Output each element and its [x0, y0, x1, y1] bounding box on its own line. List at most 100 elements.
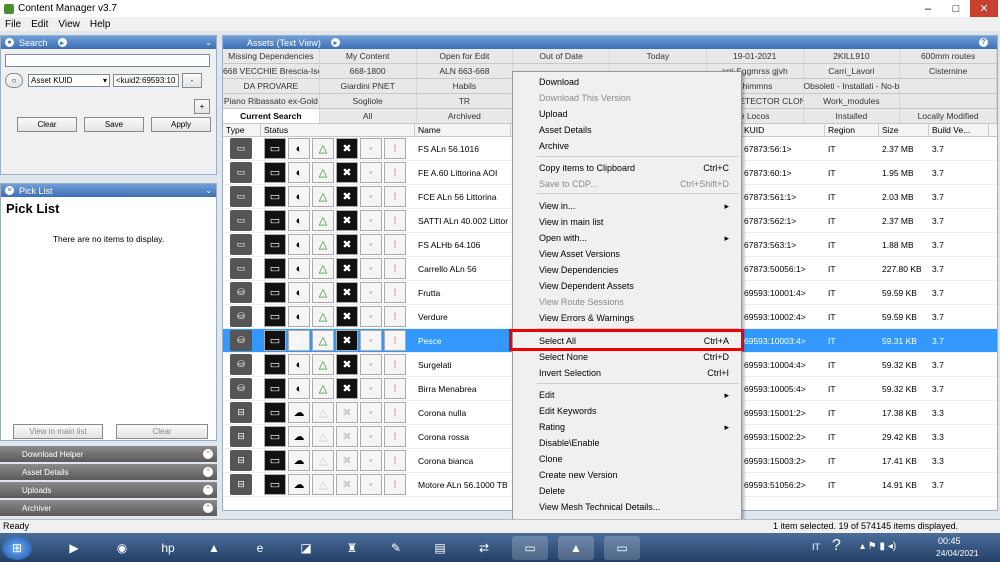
filter-tab[interactable]: Locally Modified	[900, 109, 997, 123]
trainz-icon[interactable]: ▲	[196, 536, 232, 560]
menu-item-invert-selection[interactable]: Invert Selection Ctrl+I	[539, 366, 735, 380]
menu-item-view-asset-versions[interactable]: View Asset Versions	[539, 247, 735, 261]
menu-view[interactable]: View	[53, 19, 85, 30]
filter-tab[interactable]: My Content	[320, 49, 417, 63]
add-criteria-button[interactable]: +	[194, 99, 210, 114]
filter-tab[interactable]: 668-1800	[320, 64, 417, 78]
search-radio[interactable]: ○	[5, 73, 23, 88]
kuid-value-input[interactable]: <kuid2:69593:10	[113, 74, 179, 87]
menu-item-view-route-sessions[interactable]: View Route Sessions	[539, 295, 735, 309]
help-icon[interactable]: ?	[832, 537, 841, 555]
filter-tab[interactable]: Today	[610, 49, 707, 63]
filter-tab[interactable]: 600mm routes	[900, 49, 997, 63]
search-input[interactable]	[5, 54, 210, 67]
tray-icons[interactable]: ▴ ⚑ ▮ ◂)	[860, 541, 896, 552]
menu-item-download-this-version[interactable]: Download This Version	[539, 91, 735, 105]
menu-file[interactable]: File	[0, 19, 26, 30]
filter-tab[interactable]: Out of Date	[513, 49, 610, 63]
minimize-button[interactable]: –	[914, 0, 942, 17]
column-header-cell[interactable]: Name	[415, 124, 511, 136]
menu-item-rating[interactable]: Rating ▸	[539, 420, 735, 434]
ie-icon[interactable]: e	[242, 536, 278, 560]
filter-tab[interactable]: Piano Ribassato ex-Gold	[223, 94, 320, 108]
maximize-button[interactable]: □	[942, 0, 970, 17]
filter-tab[interactable]: DA PROVARE	[223, 79, 320, 93]
filter-tab[interactable]: Giardini PNET	[320, 79, 417, 93]
uploads-bar[interactable]: Uploads ⌃	[0, 482, 217, 498]
media-player-icon[interactable]: ▶	[56, 536, 92, 560]
menu-item-view-in[interactable]: View in... ▸	[539, 199, 735, 213]
play-icon[interactable]: ▸	[330, 38, 340, 47]
filter-tab[interactable]: Carri_Lavori	[804, 64, 901, 78]
filter-tab[interactable]: Archived	[417, 109, 514, 123]
start-button[interactable]: ⊞	[2, 536, 32, 560]
search-header[interactable]: ● Search ▸ ⌄	[1, 36, 216, 49]
chrome-icon[interactable]: ◉	[104, 536, 140, 560]
menu-item-disable-enable[interactable]: Disable\Enable	[539, 436, 735, 450]
hp-icon[interactable]: hp	[150, 536, 186, 560]
kuid-type-select[interactable]: Asset KUID ▾	[28, 74, 110, 87]
filter-tab[interactable]: Current Search	[223, 109, 320, 123]
download-helper-bar[interactable]: Download Helper ⌃	[0, 446, 217, 462]
column-header-cell[interactable]: Status	[261, 124, 415, 136]
menu-item-save-to-cdp[interactable]: Save to CDP... Ctrl+Shift+D	[539, 177, 735, 191]
app-icon-green[interactable]: ♜	[334, 536, 370, 560]
asset-details-bar[interactable]: Asset Details ⌃	[0, 464, 217, 480]
menu-item-view-dependencies[interactable]: View Dependencies	[539, 263, 735, 277]
menu-item-create-new-version[interactable]: Create new Version	[539, 468, 735, 482]
menu-item-view-in-main-list[interactable]: View in main list	[539, 215, 735, 229]
filter-tab[interactable]: Sogliole	[320, 94, 417, 108]
filter-tab[interactable]: Habils	[417, 79, 514, 93]
content-manager-task-icon[interactable]: ▭	[604, 536, 640, 560]
menu-item-download[interactable]: Download	[539, 75, 735, 89]
feather-icon[interactable]: ✎	[378, 536, 414, 560]
folder-icon[interactable]: ▤	[422, 536, 458, 560]
save-button[interactable]: Save	[84, 117, 144, 132]
menu-item-view-mesh-technical-details[interactable]: View Mesh Technical Details...	[539, 500, 735, 514]
column-header-cell[interactable]: Size	[879, 124, 929, 136]
menu-item-view-errors-warnings[interactable]: View Errors & Warnings	[539, 311, 735, 325]
menu-item-archive[interactable]: Archive	[539, 139, 735, 153]
menu-item-edit-keywords[interactable]: Edit Keywords	[539, 404, 735, 418]
menu-edit[interactable]: Edit	[26, 19, 53, 30]
menu-item-upload[interactable]: Upload	[539, 107, 735, 121]
filter-tab[interactable]: Obsoleti - Installati - No-built-in	[804, 79, 901, 93]
filter-tab[interactable]: Missing Dependencies	[223, 49, 320, 63]
trainz-task-icon[interactable]: ▲	[558, 536, 594, 560]
close-button[interactable]: ✕	[970, 0, 998, 17]
filter-tab[interactable]	[900, 94, 997, 108]
filter-tab[interactable]: TR	[417, 94, 514, 108]
menu-item-copy-items-to-clipboard[interactable]: Copy items to Clipboard Ctrl+C	[539, 161, 735, 175]
tool-icon[interactable]: ◪	[288, 536, 324, 560]
collapse-icon[interactable]: ⌄	[205, 186, 212, 195]
filter-tab[interactable]: 668 VECCHIE Brescia-Iseo	[223, 64, 320, 78]
filter-tab[interactable]: Cisternine	[900, 64, 997, 78]
language-indicator[interactable]: IT	[812, 542, 820, 552]
filter-tab[interactable]: Open for Edit	[417, 49, 514, 63]
menu-item-open-with[interactable]: Open with... ▸	[539, 231, 735, 245]
menu-item-edit[interactable]: Edit ▸	[539, 388, 735, 402]
filter-tab[interactable]: 2KILL910	[804, 49, 901, 63]
filter-tab[interactable]	[900, 79, 997, 93]
filter-tab[interactable]: Work_modules	[804, 94, 901, 108]
column-header-cell[interactable]: Type	[223, 124, 261, 136]
filter-tab[interactable]: ALN 663-668	[417, 64, 514, 78]
menu-item-select-none[interactable]: Select None Ctrl+D	[539, 350, 735, 364]
column-header-cell[interactable]: KUID	[741, 124, 825, 136]
archiver-bar[interactable]: Archiver ⌃	[0, 500, 217, 516]
clock-date[interactable]: 24/04/2021	[936, 548, 979, 558]
menu-item-delete[interactable]: Delete	[539, 484, 735, 498]
menu-item-clone[interactable]: Clone	[539, 452, 735, 466]
clock-time[interactable]: 00:45	[938, 536, 961, 546]
filter-tab[interactable]: Installed	[804, 109, 901, 123]
play-icon[interactable]: ▸	[57, 38, 67, 47]
picklist-header[interactable]: ≡ Pick List ⌄	[1, 184, 216, 197]
view-in-main-list-button[interactable]: View in main list	[13, 424, 103, 439]
help-icon[interactable]: ?	[979, 38, 988, 47]
window-icon[interactable]: ▭	[512, 536, 548, 560]
excel-icon[interactable]: ⇄	[466, 536, 502, 560]
clear-button[interactable]: Clear	[17, 117, 77, 132]
menu-item-view-dependent-assets[interactable]: View Dependent Assets	[539, 279, 735, 293]
apply-button[interactable]: Apply	[151, 117, 211, 132]
menu-item-asset-details[interactable]: Asset Details	[539, 123, 735, 137]
